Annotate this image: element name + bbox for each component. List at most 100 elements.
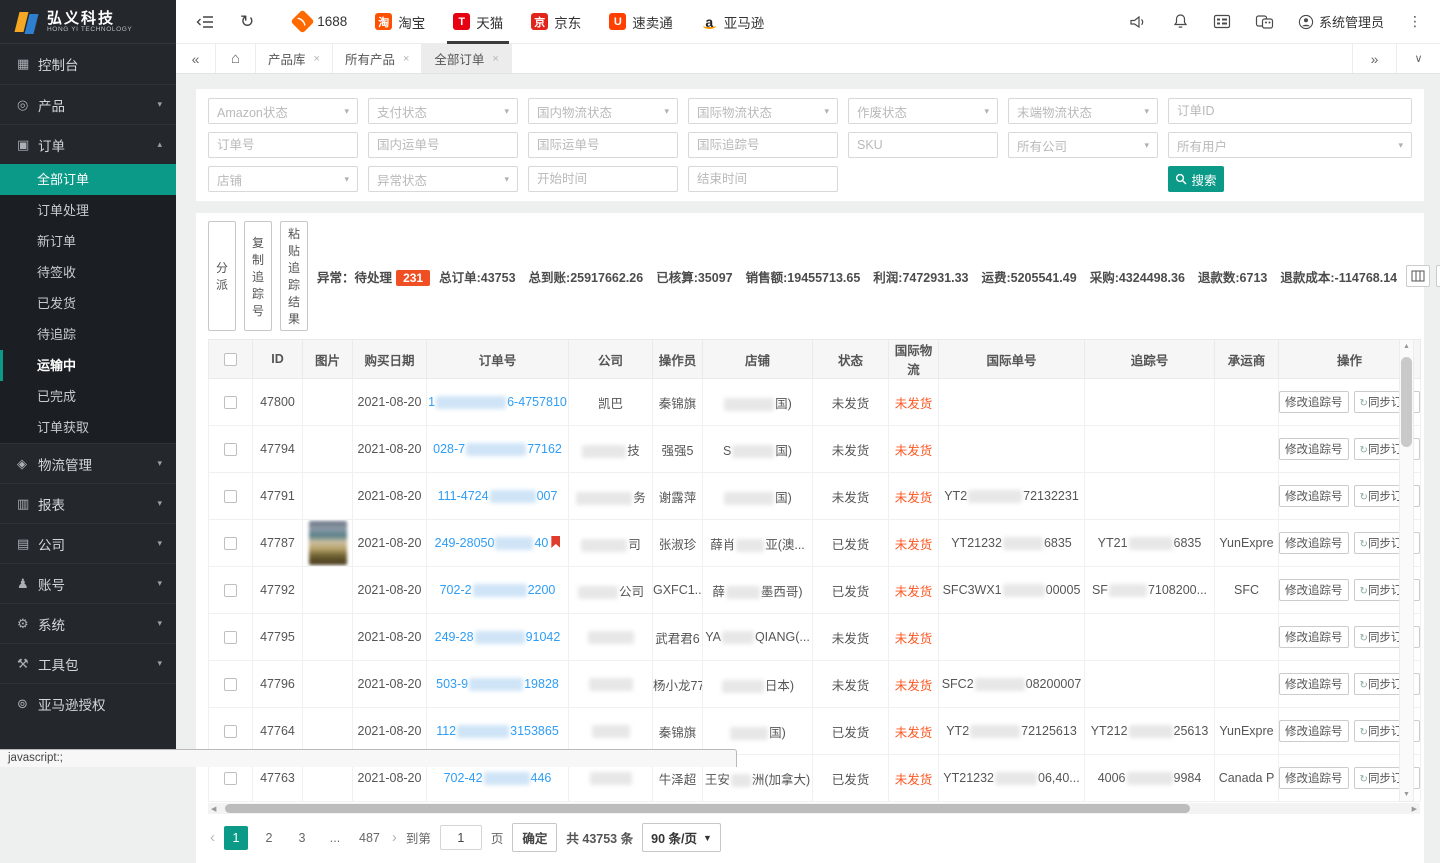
page-number-3[interactable]: 3 <box>290 826 314 850</box>
order-number-link[interactable]: 028-777162 <box>433 442 562 456</box>
edit-tracking-button[interactable]: 修改追踪号 <box>1279 720 1349 742</box>
filter-订单ID[interactable] <box>1168 98 1412 124</box>
order-number-link[interactable]: 1123153865 <box>436 724 559 738</box>
marketplace-tab-京东[interactable]: 京京东 <box>517 0 595 44</box>
vertical-scroll-thumb[interactable] <box>1401 357 1412 447</box>
sidebar-subitem-已发货[interactable]: 已发货 <box>0 288 176 319</box>
filter-select-所有用户[interactable]: 所有用户▾ <box>1168 132 1412 158</box>
edit-tracking-button[interactable]: 修改追踪号 <box>1279 485 1349 507</box>
filter-国内运单号[interactable] <box>368 132 518 158</box>
tabs-scroll-left-icon[interactable]: « <box>176 44 216 73</box>
stats-button-复制追踪号[interactable]: 复制追踪号 <box>244 221 272 331</box>
tab-close-icon[interactable]: × <box>314 53 320 65</box>
edit-tracking-button[interactable]: 修改追踪号 <box>1279 438 1349 460</box>
filter-select-作废状态[interactable]: 作废状态▾ <box>848 98 998 124</box>
sidebar-item-console[interactable]: ▦控制台 <box>0 44 176 84</box>
row-checkbox[interactable] <box>224 396 237 409</box>
page-number-2[interactable]: 2 <box>257 826 281 850</box>
filter-订单ID-input[interactable] <box>1177 104 1403 118</box>
sidebar-subitem-订单获取[interactable]: 订单获取 <box>0 412 176 443</box>
next-page-icon[interactable]: › <box>392 829 397 846</box>
sidebar-subitem-待签收[interactable]: 待签收 <box>0 257 176 288</box>
row-checkbox[interactable] <box>224 631 237 644</box>
filter-国际运单号[interactable] <box>528 132 678 158</box>
stats-button-分派[interactable]: 分派 <box>208 221 236 331</box>
order-number-link[interactable]: 702-22200 <box>440 583 556 597</box>
tab-产品库[interactable]: 产品库× <box>256 44 333 73</box>
filter-国内运单号-input[interactable] <box>377 138 509 152</box>
scroll-up-icon[interactable]: ▲ <box>1403 340 1410 353</box>
order-number-link[interactable]: 503-919828 <box>436 677 559 691</box>
columns-icon[interactable] <box>1406 265 1430 287</box>
row-checkbox[interactable] <box>224 537 237 550</box>
sidebar-item-company[interactable]: ▤公司▾ <box>0 523 176 563</box>
search-button[interactable]: 搜索 <box>1168 166 1224 192</box>
marketplace-tab-1688[interactable]: (1688 <box>280 0 361 44</box>
marketplace-tab-速卖通[interactable]: U速卖通 <box>595 0 687 44</box>
vertical-scrollbar[interactable]: ▲ ▼ <box>1399 339 1414 802</box>
home-tab-icon[interactable]: ⌂ <box>216 44 256 73</box>
tab-close-icon[interactable]: × <box>492 53 498 65</box>
row-checkbox[interactable] <box>224 443 237 456</box>
edit-tracking-button[interactable]: 修改追踪号 <box>1279 391 1349 413</box>
row-checkbox[interactable] <box>224 772 237 785</box>
prev-page-icon[interactable]: ‹ <box>210 829 215 846</box>
row-checkbox[interactable] <box>224 678 237 691</box>
filter-select-末端物流状态[interactable]: 末端物流状态▾ <box>1008 98 1158 124</box>
more-menu-icon[interactable]: ⋮ <box>1408 13 1422 30</box>
marketplace-tab-天猫[interactable]: T天猫 <box>439 0 517 44</box>
filter-select-所有公司[interactable]: 所有公司▾ <box>1008 132 1158 158</box>
filter-国际追踪号[interactable] <box>688 132 838 158</box>
tabs-scroll-right-icon[interactable]: » <box>1352 44 1396 73</box>
filter-结束时间[interactable] <box>688 166 838 192</box>
filter-select-支付状态[interactable]: 支付状态▾ <box>368 98 518 124</box>
filter-SKU-input[interactable] <box>857 138 989 152</box>
sidebar-subitem-订单处理[interactable]: 订单处理 <box>0 195 176 226</box>
export-icon[interactable] <box>1436 265 1440 287</box>
order-number-link[interactable]: 16-4757810 <box>428 395 567 409</box>
filter-select-异常状态[interactable]: 异常状态▾ <box>368 166 518 192</box>
announcement-icon[interactable] <box>1128 14 1148 30</box>
marketplace-tab-淘宝[interactable]: 淘淘宝 <box>361 0 439 44</box>
order-number-link[interactable]: 249-2891042 <box>435 630 561 644</box>
sidebar-item-product[interactable]: ◎产品▾ <box>0 84 176 124</box>
filter-select-国内物流状态[interactable]: 国内物流状态▾ <box>528 98 678 124</box>
sidebar-item-account[interactable]: ♟账号▾ <box>0 563 176 603</box>
refresh-icon[interactable]: ↻ <box>240 12 254 32</box>
sidebar-subitem-全部订单[interactable]: 全部订单 <box>0 164 176 195</box>
sidebar-subitem-新订单[interactable]: 新订单 <box>0 226 176 257</box>
tab-全部订单[interactable]: 全部订单× <box>422 44 511 73</box>
row-checkbox[interactable] <box>224 725 237 738</box>
filter-开始时间-input[interactable] <box>537 172 669 186</box>
filter-开始时间[interactable] <box>528 166 678 192</box>
horizontal-scroll-thumb[interactable] <box>225 804 1190 813</box>
notification-bell-icon[interactable] <box>1172 13 1189 30</box>
page-number-487[interactable]: 487 <box>356 826 383 850</box>
switch-account-icon[interactable] <box>1255 14 1274 30</box>
edit-tracking-button[interactable]: 修改追踪号 <box>1279 626 1349 648</box>
scroll-left-icon[interactable]: ◀ <box>208 805 219 813</box>
edit-tracking-button[interactable]: 修改追踪号 <box>1279 673 1349 695</box>
select-all-checkbox[interactable] <box>224 353 237 366</box>
sidebar-item-orders[interactable]: ▣订单▴ <box>0 124 176 164</box>
filter-国际追踪号-input[interactable] <box>697 138 829 152</box>
edit-tracking-button[interactable]: 修改追踪号 <box>1279 532 1349 554</box>
tabs-collapse-icon[interactable]: ∨ <box>1396 44 1440 73</box>
filter-国际运单号-input[interactable] <box>537 138 669 152</box>
marketplace-tab-亚马逊[interactable]: a亚马逊 <box>687 0 779 44</box>
filter-订单号-input[interactable] <box>217 138 349 152</box>
sidebar-subitem-已完成[interactable]: 已完成 <box>0 381 176 412</box>
sidebar-item-logistics[interactable]: ◈物流管理▾ <box>0 443 176 483</box>
page-number-1[interactable]: 1 <box>224 826 248 850</box>
user-menu[interactable]: 系统管理员 <box>1298 12 1384 31</box>
order-number-link[interactable]: 111-4724007 <box>438 489 558 503</box>
filter-结束时间-input[interactable] <box>697 172 829 186</box>
filter-select-国际物流状态[interactable]: 国际物流状态▾ <box>688 98 838 124</box>
row-checkbox[interactable] <box>224 584 237 597</box>
filter-select-店铺[interactable]: 店铺▾ <box>208 166 358 192</box>
row-checkbox[interactable] <box>224 490 237 503</box>
apps-grid-icon[interactable] <box>1213 14 1231 29</box>
goto-page-input[interactable] <box>440 825 482 850</box>
edit-tracking-button[interactable]: 修改追踪号 <box>1279 767 1349 789</box>
goto-confirm-button[interactable]: 确定 <box>512 823 557 852</box>
